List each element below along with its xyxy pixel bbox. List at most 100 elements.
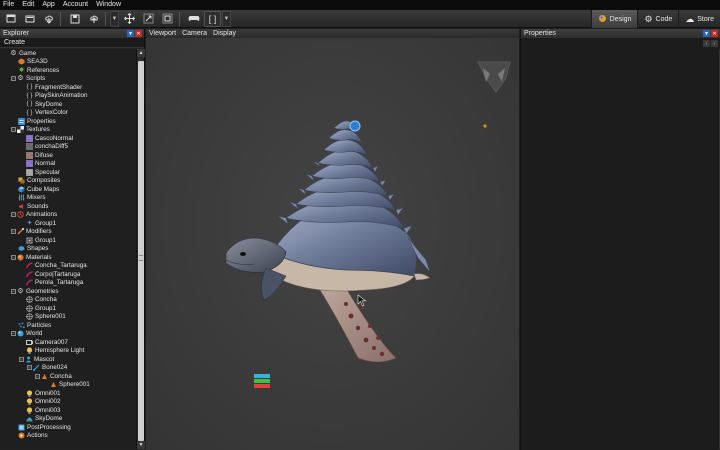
tree-item[interactable]: Mixers — [0, 194, 136, 203]
menu-account[interactable]: Account — [63, 0, 88, 10]
scroll-up-icon[interactable]: ▲ — [137, 49, 145, 57]
chevron-left-icon[interactable]: ‹ — [703, 40, 710, 47]
tree-item[interactable]: ✸ References — [0, 66, 136, 75]
tree-item[interactable]: − Bone024 — [0, 364, 136, 373]
viewport-tab-camera[interactable]: Camera — [182, 30, 207, 37]
tree-item[interactable]: Sphere001 — [0, 381, 136, 390]
tree-item[interactable]: Concha_Tartaruga — [0, 262, 136, 271]
tab-design[interactable]: Design — [590, 10, 638, 28]
tree-item[interactable]: Shapes — [0, 245, 136, 254]
viewport-canvas[interactable] — [146, 38, 519, 450]
panel-close-icon[interactable]: ✕ — [711, 30, 718, 37]
tree-item[interactable]: CascoNormal — [0, 134, 136, 143]
tree-item[interactable]: Normal — [0, 160, 136, 169]
collapse-toggle-icon[interactable]: − — [11, 288, 16, 294]
tree-item[interactable]: Sphere001 — [0, 313, 136, 322]
tree-item-label: conchaDiff5 — [35, 143, 69, 151]
explorer-scrollbar[interactable]: ▲ ▼ — [136, 49, 145, 449]
open-icon[interactable] — [21, 11, 38, 27]
chevron-right-icon[interactable]: › — [711, 40, 718, 47]
collapse-toggle-icon[interactable]: − — [19, 356, 24, 362]
save-icon[interactable] — [66, 11, 83, 27]
tree-item[interactable]: − Textures — [0, 126, 136, 135]
script-braces-icon: { } — [26, 101, 33, 108]
tree-item[interactable]: Sounds — [0, 202, 136, 211]
tree-item[interactable]: Camera007 — [0, 338, 136, 347]
tree-item[interactable]: ⚙ Game — [0, 49, 136, 58]
tree-item[interactable]: − ⚙ Geometries — [0, 287, 136, 296]
tree-item[interactable]: − Mascot — [0, 355, 136, 364]
scroll-thumb[interactable] — [138, 61, 144, 441]
view-cube-icon[interactable] — [477, 61, 511, 93]
collapse-toggle-icon[interactable]: − — [35, 373, 40, 379]
scale-icon[interactable] — [159, 11, 176, 27]
viewport-tab-viewport[interactable]: Viewport — [149, 30, 176, 37]
new-icon[interactable] — [2, 11, 19, 27]
collapse-toggle-icon[interactable]: − — [27, 365, 32, 371]
tree-item[interactable]: − World — [0, 330, 136, 339]
tree-item[interactable]: { } PlaySkinAnimation — [0, 92, 136, 101]
tree-item[interactable]: Actions — [0, 432, 136, 441]
menu-edit[interactable]: Edit — [22, 0, 34, 10]
tree-item[interactable]: Corpo|Tartaruga — [0, 270, 136, 279]
axis-gizmo-icon[interactable] — [254, 374, 270, 388]
tree-item[interactable]: SkyDome — [0, 415, 136, 424]
tree-item[interactable]: Cube Maps — [0, 185, 136, 194]
tree-item[interactable]: PostProcessing — [0, 423, 136, 432]
tab-store[interactable]: ☁ Store — [678, 10, 720, 28]
tree-item[interactable]: Hemisphere Light — [0, 347, 136, 356]
tree-item[interactable]: conchaDiff5 — [0, 143, 136, 152]
tree-item[interactable]: Composites — [0, 177, 136, 186]
tree-item[interactable]: { } VertexColor — [0, 109, 136, 118]
tool-dropdown-arrow[interactable]: ▼ — [110, 10, 119, 27]
panel-close-icon[interactable]: ✕ — [135, 30, 142, 37]
viewport-tab-display[interactable]: Display — [213, 30, 236, 37]
menu-file[interactable]: File — [3, 0, 14, 10]
tree-item[interactable]: Difuse — [0, 151, 136, 160]
tree-item[interactable]: − Modifiers — [0, 228, 136, 237]
collapse-toggle-icon[interactable]: − — [11, 127, 16, 133]
selection-pivot-icon[interactable] — [349, 120, 361, 132]
rotate-icon[interactable] — [140, 11, 157, 27]
tree-item[interactable]: − Concha — [0, 372, 136, 381]
create-menu[interactable]: Create — [0, 38, 144, 48]
collapse-toggle-icon[interactable]: − — [11, 212, 16, 218]
tree-item[interactable]: SEA3D — [0, 58, 136, 67]
menu-window[interactable]: Window — [96, 0, 121, 10]
light-marker[interactable] — [483, 124, 487, 128]
tab-code[interactable]: ⚙ Code — [637, 10, 678, 28]
panel-menu-icon[interactable]: ▼ — [127, 30, 134, 37]
collapse-toggle-icon[interactable]: − — [11, 76, 16, 82]
publish-icon[interactable] — [85, 11, 102, 27]
brackets-dropdown-arrow[interactable]: ▼ — [222, 10, 231, 27]
tree-item[interactable]: − Materials — [0, 253, 136, 262]
move-icon[interactable] — [121, 11, 138, 27]
tree-item[interactable]: Specular — [0, 168, 136, 177]
toolbar-separator — [105, 11, 106, 26]
explorer-panel: Explorer ▼ ✕ Create ⚙ Game SEA3D ✸ Reference… — [0, 29, 145, 450]
tree-item[interactable]: − Animations — [0, 211, 136, 220]
tree-item[interactable]: Omni001 — [0, 389, 136, 398]
tree-item[interactable]: Particles — [0, 321, 136, 330]
collapse-toggle-icon[interactable]: − — [11, 254, 16, 260]
tree-item[interactable]: Group1 — [0, 236, 136, 245]
tree-item[interactable]: Group1 — [0, 304, 136, 313]
tree-item[interactable]: Omni003 — [0, 406, 136, 415]
collapse-toggle-icon[interactable]: − — [11, 229, 16, 235]
collapse-toggle-icon[interactable]: − — [11, 331, 16, 337]
tree-item-label: Camera007 — [35, 338, 68, 346]
tree-item[interactable]: { } FragmentShader — [0, 83, 136, 92]
tree-item[interactable]: Concha — [0, 296, 136, 305]
tree-item[interactable]: Omni002 — [0, 398, 136, 407]
brackets-icon[interactable]: [ ] — [204, 10, 221, 27]
menu-app[interactable]: App — [42, 0, 54, 10]
panel-menu-icon[interactable]: ▼ — [703, 30, 710, 37]
tree-item[interactable]: − ⚙ Scripts — [0, 75, 136, 84]
import-icon[interactable] — [40, 11, 57, 27]
tree-item[interactable]: Perola_Tartaruga — [0, 279, 136, 288]
scroll-down-icon[interactable]: ▼ — [137, 441, 145, 449]
tree-item[interactable]: ✦ Group1 — [0, 219, 136, 228]
tree-item[interactable]: { } SkyDome — [0, 100, 136, 109]
tree-item[interactable]: Properties — [0, 117, 136, 126]
gamepad-icon[interactable] — [185, 11, 202, 27]
